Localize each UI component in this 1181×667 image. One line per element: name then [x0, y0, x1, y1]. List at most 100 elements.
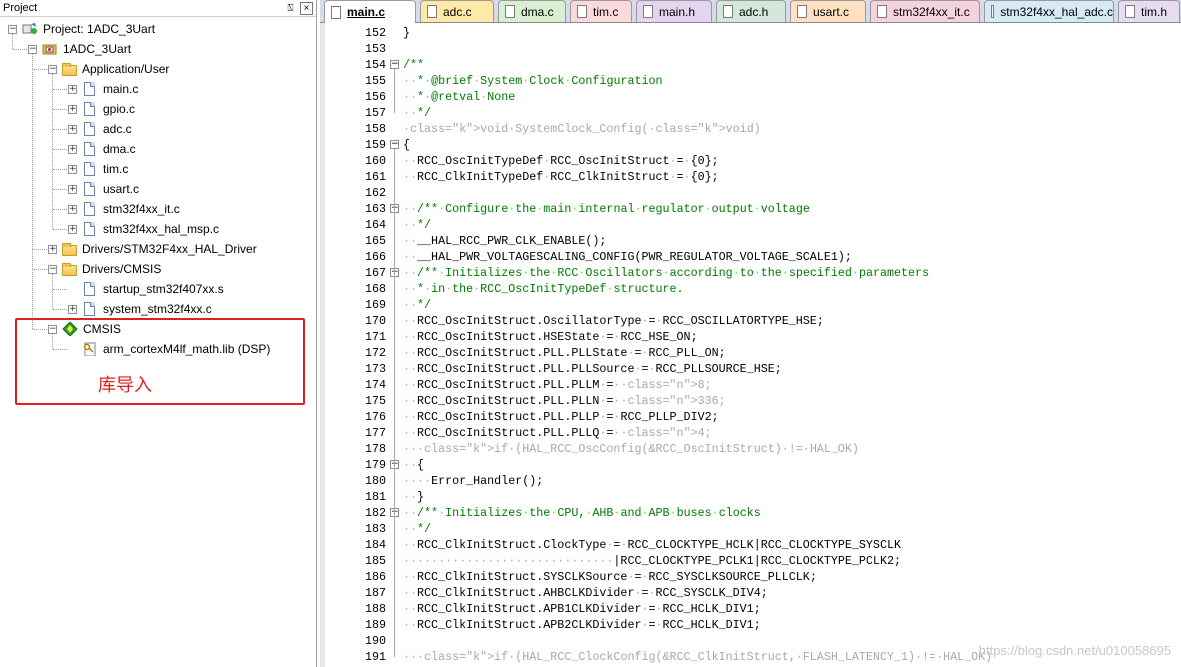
- code-line[interactable]: 164 ··*/: [320, 217, 1180, 233]
- code-line[interactable]: 170 ··RCC_OscInitStruct.OscillatorType·=·…: [320, 313, 1180, 329]
- expand-icon[interactable]: +: [68, 164, 77, 174]
- code-text: ··}: [403, 490, 425, 504]
- code-line[interactable]: 177 ··RCC_OscInitStruct.PLL.PLLQ·=··class…: [320, 425, 1180, 441]
- tree-connector: [53, 229, 67, 230]
- code-line[interactable]: 162: [320, 185, 1180, 201]
- tab-stm32f4xx-hal-adc-c[interactable]: stm32f4xx_hal_adc.c: [984, 0, 1114, 22]
- fold-toggle-icon[interactable]: −: [390, 60, 399, 69]
- tree-item[interactable]: − 1ADC_3Uart: [28, 39, 131, 59]
- expand-icon[interactable]: +: [68, 144, 77, 154]
- file-icon: [505, 5, 515, 18]
- tree-item-label: startup_stm32f407xx.s: [103, 282, 224, 296]
- tab-adc-h[interactable]: adc.h: [716, 0, 786, 22]
- code-line[interactable]: 181 ··}: [320, 489, 1180, 505]
- code-line[interactable]: 188 ··RCC_ClkInitStruct.APB1CLKDivider·=·…: [320, 601, 1180, 617]
- code-line[interactable]: 187 ··RCC_ClkInitStruct.AHBCLKDivider·=·R…: [320, 585, 1180, 601]
- collapse-icon[interactable]: −: [48, 264, 57, 274]
- code-text: }: [403, 26, 411, 40]
- code-line[interactable]: 173 ··RCC_OscInitStruct.PLL.PLLSource·=·R…: [320, 361, 1180, 377]
- code-line[interactable]: 180 ····Error_Handler();: [320, 473, 1180, 489]
- line-number: 162: [364, 186, 386, 200]
- code-line[interactable]: 171 ··RCC_OscInitStruct.HSEState·=·RCC_HS…: [320, 329, 1180, 345]
- code-line[interactable]: 175 ··RCC_OscInitStruct.PLL.PLLN·=··class…: [320, 393, 1180, 409]
- tree-item[interactable]: − Project: 1ADC_3Uart: [8, 19, 155, 39]
- collapse-icon[interactable]: −: [48, 64, 57, 74]
- code-line[interactable]: 174 ··RCC_OscInitStruct.PLL.PLLM·=··class…: [320, 377, 1180, 393]
- code-line[interactable]: 186 ··RCC_ClkInitStruct.SYSCLKSource·=·RC…: [320, 569, 1180, 585]
- line-number: 153: [364, 42, 386, 56]
- tab-tim-h[interactable]: tim.h: [1118, 0, 1180, 22]
- file-icon: [84, 82, 95, 96]
- code-line[interactable]: 172 ··RCC_OscInitStruct.PLL.PLLState·=·RC…: [320, 345, 1180, 361]
- code-line[interactable]: 165 ··__HAL_RCC_PWR_CLK_ENABLE();: [320, 233, 1180, 249]
- tree-connector: [13, 49, 27, 50]
- collapse-icon[interactable]: −: [8, 24, 17, 34]
- expand-icon[interactable]: +: [48, 244, 57, 254]
- tab-main-h[interactable]: main.h: [636, 0, 712, 22]
- tree-item[interactable]: − Application/User: [48, 59, 169, 79]
- code-line[interactable]: 189 ··RCC_ClkInitStruct.APB2CLKDivider·=·…: [320, 617, 1180, 633]
- tab-main-c[interactable]: main.c: [324, 0, 416, 23]
- code-line[interactable]: 153: [320, 41, 1180, 57]
- code-area[interactable]: 152} 153 154−/** 155 ··*·@brief·System·Clock…: [320, 23, 1181, 667]
- code-line[interactable]: 156 ··*·@retval·None: [320, 89, 1180, 105]
- code-line[interactable]: 167− ··/**·Initializes·the·RCC·Oscillator…: [320, 265, 1180, 281]
- expand-icon[interactable]: +: [68, 224, 77, 234]
- code-line[interactable]: 169 ··*/: [320, 297, 1180, 313]
- close-icon[interactable]: ×: [300, 1, 313, 15]
- code-line[interactable]: 152}: [320, 25, 1180, 41]
- code-line[interactable]: 163− ··/**·Configure·the·main·internal·re…: [320, 201, 1180, 217]
- tree-item[interactable]: − Drivers/CMSIS: [48, 259, 161, 279]
- expand-icon[interactable]: +: [68, 124, 77, 134]
- code-line[interactable]: 176 ··RCC_OscInitStruct.PLL.PLLP·=·RCC_PL…: [320, 409, 1180, 425]
- code-line[interactable]: 185 ······························|RCC_CL…: [320, 553, 1180, 569]
- code-line[interactable]: 166 ··__HAL_PWR_VOLTAGESCALING_CONFIG(PWR…: [320, 249, 1180, 265]
- code-line[interactable]: 183 ··*/: [320, 521, 1180, 537]
- code-line[interactable]: 159−{: [320, 137, 1180, 153]
- line-number: 185: [364, 554, 386, 568]
- tab-dma-c[interactable]: dma.c: [498, 0, 566, 22]
- expand-icon[interactable]: +: [68, 104, 77, 114]
- expand-icon[interactable]: +: [68, 184, 77, 194]
- tab-tim-c[interactable]: tim.c: [570, 0, 632, 22]
- code-line[interactable]: 184 ··RCC_ClkInitStruct.ClockType·=·RCC_C…: [320, 537, 1180, 553]
- tab-stm32f4xx-it-c[interactable]: stm32f4xx_it.c: [870, 0, 980, 22]
- tab-adc-c[interactable]: adc.c: [420, 0, 494, 22]
- pin-icon[interactable]: ⍂: [284, 2, 297, 15]
- tree-item[interactable]: + Drivers/STM32F4xx_HAL_Driver: [48, 239, 257, 259]
- code-line[interactable]: 154−/**: [320, 57, 1180, 73]
- tree-item[interactable]: startup_stm32f407xx.s: [68, 279, 224, 299]
- tree-item[interactable]: + adc.c: [68, 119, 132, 139]
- tree-item[interactable]: + stm32f4xx_hal_msp.c: [68, 219, 219, 239]
- tree-item[interactable]: + dma.c: [68, 139, 136, 159]
- code-line[interactable]: 155 ··*·@brief·System·Clock·Configuration: [320, 73, 1180, 89]
- collapse-icon[interactable]: −: [28, 44, 37, 54]
- tree-item[interactable]: + usart.c: [68, 179, 139, 199]
- code-text: ··/**·Initializes·the·RCC·Oscillators·ac…: [403, 266, 930, 280]
- code-line[interactable]: 179− ··{: [320, 457, 1180, 473]
- code-line[interactable]: 160 ··RCC_OscInitTypeDef·RCC_OscInitStruc…: [320, 153, 1180, 169]
- code-line[interactable]: 158 ·class="k">void·SystemClock_Config(·c…: [320, 121, 1180, 137]
- tab-usart-c[interactable]: usart.c: [790, 0, 866, 22]
- expand-icon[interactable]: +: [68, 84, 77, 94]
- expand-icon[interactable]: +: [68, 204, 77, 214]
- code-line[interactable]: 178 ···class="k">if·(HAL_RCC_OscConfig(&R…: [320, 441, 1180, 457]
- tree-item[interactable]: + system_stm32f4xx.c: [68, 299, 212, 319]
- expand-icon[interactable]: +: [68, 304, 77, 314]
- code-line[interactable]: 168 ··*·in·the·RCC_OscInitTypeDef·structu…: [320, 281, 1180, 297]
- tree-item[interactable]: + gpio.c: [68, 99, 135, 119]
- file-icon: [84, 122, 95, 136]
- tree-connector: [33, 249, 47, 250]
- code-text: ··RCC_OscInitStruct.PLL.PLLQ·=··class="n…: [403, 426, 712, 440]
- file-icon: [723, 5, 733, 18]
- code-line[interactable]: 157 ··*/: [320, 105, 1180, 121]
- tree-item[interactable]: + stm32f4xx_it.c: [68, 199, 180, 219]
- tree-item[interactable]: + tim.c: [68, 159, 128, 179]
- line-number: 187: [364, 586, 386, 600]
- tree-item[interactable]: + main.c: [68, 79, 138, 99]
- fold-toggle-icon[interactable]: −: [390, 140, 399, 149]
- code-line[interactable]: 161 ··RCC_ClkInitTypeDef·RCC_ClkInitStruc…: [320, 169, 1180, 185]
- tab-label: tim.c: [593, 4, 619, 19]
- line-number: 171: [364, 330, 386, 344]
- code-line[interactable]: 182− ··/**·Initializes·the·CPU,·AHB·and·A…: [320, 505, 1180, 521]
